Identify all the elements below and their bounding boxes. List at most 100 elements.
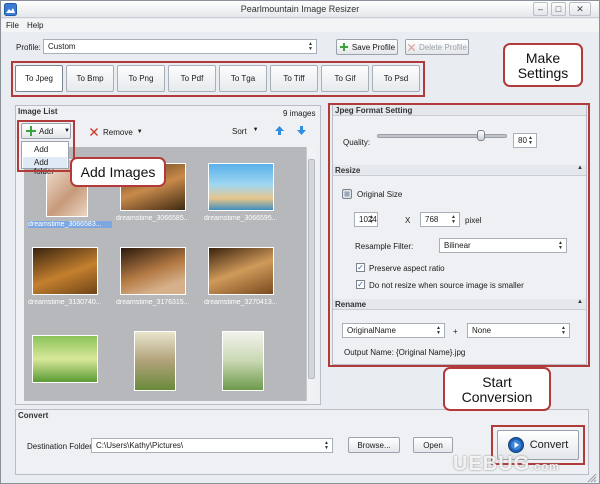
spin-arrows-icon: ▲ ▼ <box>451 213 456 225</box>
thumbnail-9[interactable] <box>212 331 288 397</box>
move-down-icon[interactable] <box>296 125 307 136</box>
thumbnail-caption: dreamstime_3270413... <box>204 299 278 306</box>
move-up-icon[interactable] <box>274 125 285 136</box>
sort-button[interactable]: Sort ▼ <box>232 127 259 136</box>
scrollbar-thumb[interactable] <box>308 159 315 379</box>
delete-icon <box>407 43 416 51</box>
pixel-unit: pixel <box>465 216 482 225</box>
callout-start-conversion: Start Conversion <box>443 367 551 411</box>
remove-button[interactable]: Remove ▼ <box>89 127 143 137</box>
thumbnail-image <box>120 247 186 295</box>
combo-arrows-icon: ▲ ▼ <box>324 439 329 451</box>
thumbnail-7[interactable] <box>28 335 104 397</box>
resize-section-header: Resize ▲ <box>333 165 586 176</box>
thumbnail-image <box>32 335 98 383</box>
rename-plus: + <box>453 327 458 336</box>
image-thumbnail-grid[interactable]: dreamstime_3066583... dreamstime_3066585… <box>24 147 306 401</box>
profile-value: Custom <box>48 42 76 51</box>
combo-arrows-icon: ▲ ▼ <box>436 324 441 336</box>
collapse-icon[interactable]: ▲ <box>577 299 583 305</box>
thumbnail-caption: dreamstime_3176315... <box>116 299 190 306</box>
maximize-button[interactable]: □ <box>551 2 566 16</box>
thumbnail-3[interactable]: dreamstime_3066595... <box>204 163 280 225</box>
watermark-text: UEBUG <box>453 453 531 475</box>
rename-base-select[interactable]: OriginalName ▲ ▼ <box>342 323 445 338</box>
maximize-icon: □ <box>555 3 562 14</box>
collapse-icon[interactable]: ▲ <box>577 165 583 171</box>
window-title: Pearlmountain Image Resizer <box>240 4 360 14</box>
thumbnail-image <box>208 163 274 211</box>
close-button[interactable]: ✕ <box>569 2 591 16</box>
quality-slider[interactable] <box>377 134 507 138</box>
thumbnail-image <box>222 331 264 391</box>
resample-filter-value: Bilinear <box>444 241 471 250</box>
menu-help[interactable]: Help <box>27 21 43 30</box>
image-list-scrollbar[interactable] <box>306 147 316 401</box>
image-count: 9 images <box>283 109 316 118</box>
combo-arrows-icon: ▲ ▼ <box>558 239 563 251</box>
combo-arrows-icon: ▲ ▼ <box>561 324 566 336</box>
menu-bar: File Help <box>1 19 599 32</box>
format-title: Jpeg Format Setting <box>335 106 413 115</box>
tabs-highlight <box>11 61 425 97</box>
quality-input[interactable]: 80 ▲ ▼ <box>513 133 537 148</box>
open-button[interactable]: Open <box>413 437 453 453</box>
rename-suffix-select[interactable]: None ▲ ▼ <box>467 323 570 338</box>
thumbnail-image <box>208 247 274 295</box>
delete-profile-label: Delete Profile <box>418 42 468 52</box>
no-upscale-checkbox[interactable]: ✓ <box>356 280 365 289</box>
save-profile-button[interactable]: Save Profile <box>336 39 398 55</box>
thumbnail-caption: dreamstime_3066585... <box>116 215 190 222</box>
plus-icon <box>339 43 348 51</box>
quality-slider-thumb[interactable] <box>477 130 485 141</box>
add-highlight <box>17 120 75 172</box>
resample-filter-label: Resample Filter: <box>355 242 414 251</box>
title-bar[interactable]: Pearlmountain Image Resizer – □ ✕ <box>1 1 599 18</box>
resample-filter-select[interactable]: Bilinear ▲ ▼ <box>439 238 567 253</box>
callout-make-settings: Make Settings <box>503 43 583 87</box>
watermark-suffix: .com <box>530 461 560 473</box>
height-value: 768 <box>425 215 439 224</box>
image-list-title: Image List <box>18 107 58 116</box>
callout-make-settings-line2: Settings <box>517 65 569 81</box>
save-profile-label: Save Profile <box>351 42 396 52</box>
delete-profile-button[interactable]: Delete Profile <box>405 39 469 55</box>
resize-grip-icon[interactable] <box>587 473 597 483</box>
close-icon: ✕ <box>576 3 584 14</box>
thumbnail-6[interactable]: dreamstime_3270413... <box>204 247 280 309</box>
rename-base-value: OriginalName <box>347 326 396 335</box>
resize-title: Resize <box>335 166 361 175</box>
output-name-label: Output Name: <box>344 348 394 357</box>
destination-folder-label: Destination Folder: <box>27 442 95 451</box>
height-input[interactable]: 768 ▲ ▼ <box>420 212 460 227</box>
minimize-button[interactable]: – <box>533 2 548 16</box>
preserve-aspect-checkbox[interactable]: ✓ <box>356 263 365 272</box>
output-name-value: {Original Name}.jpg <box>396 348 466 357</box>
browse-button[interactable]: Browse... <box>348 437 400 453</box>
quality-label: Quality: <box>343 138 371 147</box>
preserve-aspect-label: Preserve aspect ratio <box>369 264 445 273</box>
thumbnail-8[interactable] <box>124 331 200 397</box>
combo-arrows-icon: ▲ ▼ <box>308 40 313 52</box>
thumbnail-image <box>32 247 98 295</box>
convert-title: Convert <box>18 411 49 420</box>
spin-arrows-icon: ▲ ▼ <box>528 134 533 146</box>
remove-icon <box>90 128 98 136</box>
menu-file[interactable]: File <box>6 21 19 30</box>
callout-add-images: Add Images <box>70 157 166 187</box>
callout-make-settings-line1: Make <box>525 50 561 66</box>
thumbnail-caption: dreamstime_3066583... <box>28 221 112 228</box>
width-input[interactable]: 1024 ▲ ▼ <box>354 212 378 227</box>
sort-label: Sort <box>232 127 247 136</box>
no-upscale-label: Do not resize when source image is small… <box>369 281 524 290</box>
callout-start-line1: Start <box>482 374 512 390</box>
thumbnail-4[interactable]: dreamstime_3130740... <box>28 247 104 309</box>
profile-select[interactable]: Custom ▲ ▼ <box>43 39 317 54</box>
destination-folder-select[interactable]: C:\Users\Kathy\Pictures\ ▲ ▼ <box>91 438 333 453</box>
rename-suffix-value: None <box>472 326 492 335</box>
original-size-icon[interactable] <box>342 189 352 199</box>
rename-title: Rename <box>335 300 367 309</box>
profile-label: Profile: <box>16 43 41 52</box>
remove-label: Remove <box>103 127 133 137</box>
thumbnail-5[interactable]: dreamstime_3176315... <box>116 247 192 309</box>
